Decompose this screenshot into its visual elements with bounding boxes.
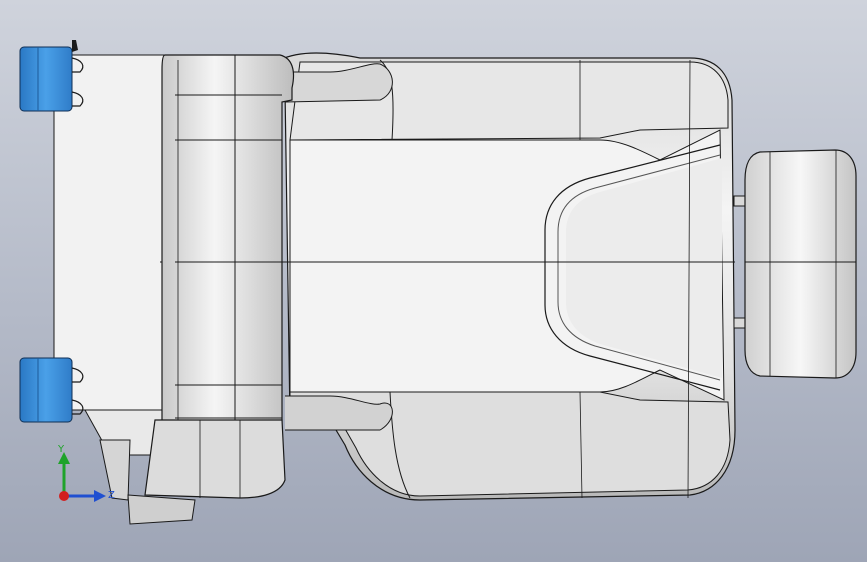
headrest[interactable] — [733, 149, 857, 379]
coordinate-triad: Y Z — [57, 444, 115, 502]
z-axis-arrowhead — [94, 490, 106, 502]
cad-viewport[interactable]: Y Z — [0, 0, 867, 562]
x-axis-origin-dot — [59, 491, 69, 501]
mounting-frame[interactable] — [53, 54, 167, 501]
y-axis-label: Y — [57, 444, 65, 455]
seat-model-view[interactable] — [0, 0, 867, 562]
z-axis-label: Z — [108, 490, 115, 501]
